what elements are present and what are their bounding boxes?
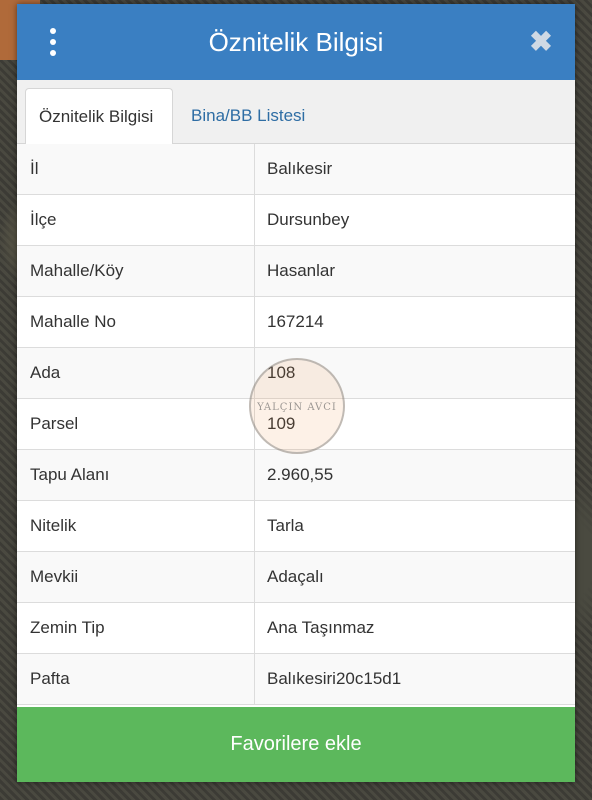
row-key: İl xyxy=(17,144,255,194)
attribute-table: İl Balıkesir İlçe Dursunbey Mahalle/Köy Has… xyxy=(17,144,575,705)
row-value: Balıkesiri20c15d1 xyxy=(267,669,402,688)
row-key: Nitelik xyxy=(17,501,255,551)
row-key: Ada xyxy=(17,348,255,398)
row-key: Mahalle No xyxy=(17,297,255,347)
row-value: Adaçalı xyxy=(267,567,324,586)
table-row: Nitelik Tarla xyxy=(17,501,575,552)
table-row: İl Balıkesir xyxy=(17,144,575,195)
table-row: Mevkii Adaçalı xyxy=(17,552,575,603)
row-value: 109 xyxy=(267,414,296,433)
row-value: 167214 xyxy=(267,312,324,331)
close-icon[interactable]: ✖ xyxy=(527,26,555,58)
row-value: 2.960,55 xyxy=(267,465,334,484)
table-row: İlçe Dursunbey xyxy=(17,195,575,246)
dialog-title: Öznitelik Bilgisi xyxy=(208,27,384,57)
row-value: Balıkesir xyxy=(267,159,333,178)
table-row: Parsel 109 xyxy=(17,399,575,450)
row-value: Hasanlar xyxy=(267,261,336,280)
row-key: Pafta xyxy=(17,654,255,704)
row-key: Mevkii xyxy=(17,552,255,602)
row-value: Ana Taşınmaz xyxy=(267,618,375,637)
row-key: Parsel xyxy=(17,399,255,449)
tab-building-list[interactable]: Bina/BB Listesi xyxy=(178,88,318,144)
table-row: Zemin Tip Ana Taşınmaz xyxy=(17,603,575,654)
table-row: Pafta Balıkesiri20c15d1 xyxy=(17,654,575,705)
row-value: Tarla xyxy=(267,516,304,535)
table-row: Mahalle/Köy Hasanlar xyxy=(17,246,575,297)
row-key: İlçe xyxy=(17,195,255,245)
attribute-info-dialog: Öznitelik Bilgisi ✖ Öznitelik Bilgisi Bi… xyxy=(17,4,575,782)
row-key: Zemin Tip xyxy=(17,603,255,653)
tab-attribute-info[interactable]: Öznitelik Bilgisi xyxy=(25,88,173,145)
add-favorite-button[interactable]: Favorilere ekle xyxy=(17,707,575,782)
row-value: 108 xyxy=(267,363,296,382)
row-key: Tapu Alanı xyxy=(17,450,255,500)
table-row: Ada 108 xyxy=(17,348,575,399)
dialog-header: Öznitelik Bilgisi ✖ xyxy=(17,4,575,80)
table-row: Mahalle No 167214 xyxy=(17,297,575,348)
table-row: Tapu Alanı 2.960,55 xyxy=(17,450,575,501)
more-menu-icon[interactable] xyxy=(43,26,63,58)
tab-bar: Öznitelik Bilgisi Bina/BB Listesi xyxy=(17,80,575,145)
row-key: Mahalle/Köy xyxy=(17,246,255,296)
row-value: Dursunbey xyxy=(267,210,350,229)
